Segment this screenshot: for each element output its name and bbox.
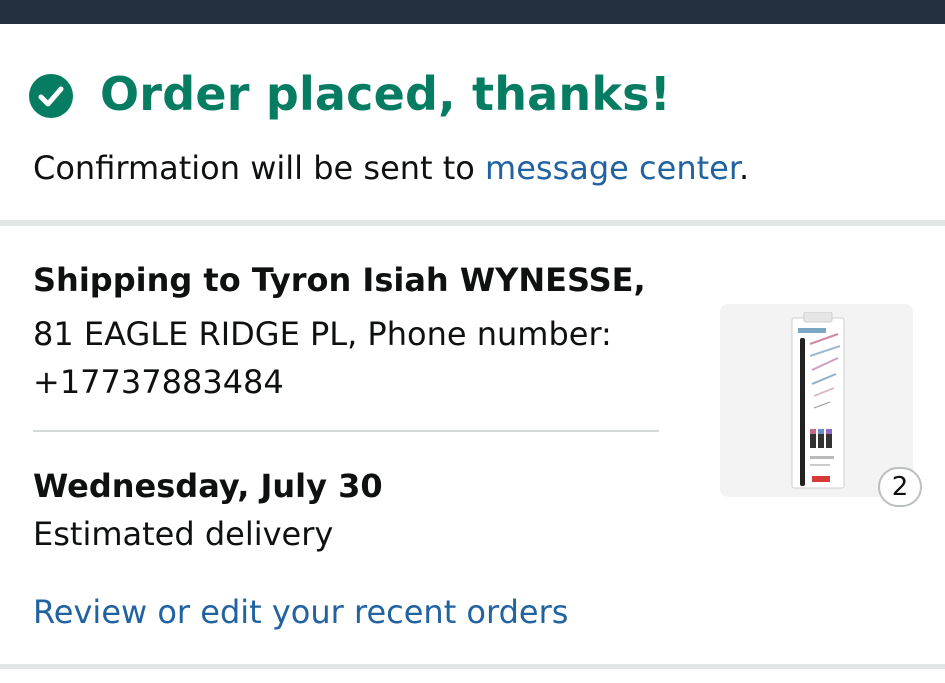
quantity-badge: 2: [878, 467, 922, 507]
top-bar: [0, 0, 945, 24]
shipping-divider: [33, 430, 659, 432]
shipping-address: 81 EAGLE RIDGE PL, Phone number: +177378…: [33, 310, 673, 406]
confirmation-title: Order placed, thanks!: [100, 67, 671, 121]
bottom-divider: [0, 664, 945, 669]
confirmation-message-period: .: [739, 149, 750, 187]
shipping-recipient: Shipping to Tyron Isiah WYNESSE,: [33, 261, 646, 299]
delivery-date: Wednesday, July 30: [33, 467, 383, 505]
brush-pen-set-package-icon: [791, 312, 845, 489]
confirmation-message-text: Confirmation will be sent to: [33, 149, 486, 187]
confirmation-message: Confirmation will be sent to message cen…: [33, 148, 749, 188]
shipping-address-line: 81 EAGLE RIDGE PL, Phone number:: [33, 315, 612, 353]
review-orders-link[interactable]: Review or edit your recent orders: [33, 592, 568, 632]
delivery-label: Estimated delivery: [33, 515, 334, 553]
order-confirmation-section: Order placed, thanks! Confirmation will …: [0, 24, 945, 220]
section-divider: [0, 220, 945, 226]
shipping-phone: +17737883484: [33, 363, 284, 401]
message-center-link[interactable]: message center: [485, 149, 739, 187]
check-circle-icon: [29, 74, 73, 118]
product-thumbnail[interactable]: [720, 304, 913, 497]
